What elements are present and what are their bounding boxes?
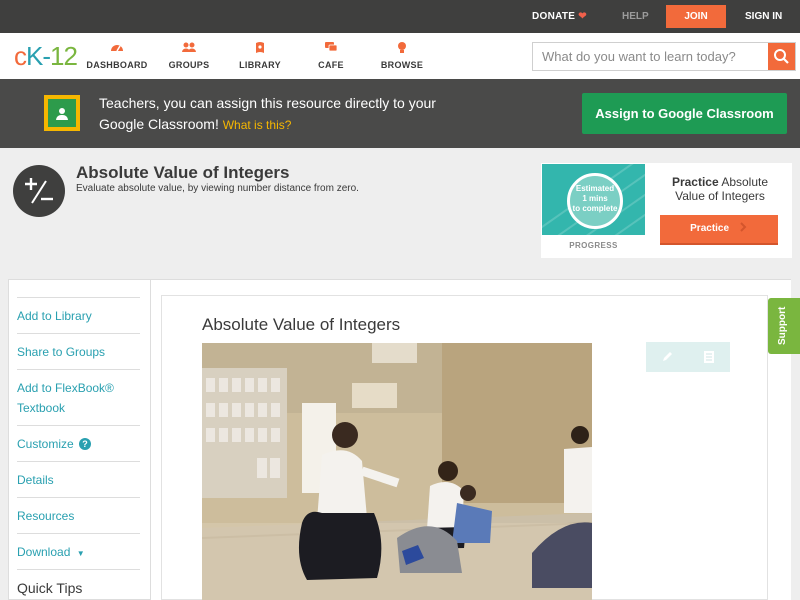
notes-icon: [704, 351, 714, 363]
progress-label: PROGRESS: [569, 241, 618, 250]
search-button[interactable]: [768, 43, 795, 70]
nav-browse[interactable]: BROWSE: [367, 41, 437, 70]
concept-photo: [202, 343, 592, 600]
logo-c: c: [14, 41, 27, 71]
search-input[interactable]: [533, 43, 769, 70]
dashboard-icon: [82, 41, 152, 57]
chevron-right-icon: [740, 222, 747, 232]
download-label: Download: [17, 545, 71, 559]
nav-cafe-label: CAFE: [318, 60, 344, 70]
cafe-icon: [296, 41, 366, 57]
join-button[interactable]: JOIN: [666, 5, 726, 28]
nav-groups[interactable]: GROUPS: [154, 41, 224, 70]
sidebar-item-add-to-library[interactable]: Add to Library: [17, 297, 140, 326]
support-label: Support: [777, 306, 788, 345]
help-link[interactable]: HELP: [622, 11, 649, 22]
nav-dashboard[interactable]: DASHBOARD: [82, 41, 152, 70]
search-icon: [774, 49, 789, 64]
caret-down-icon: ▼: [76, 549, 85, 558]
sidebar-item-download[interactable]: Download ▼: [17, 533, 140, 564]
main-nav: cK-12 DASHBOARD GROUPS LIBRARY CAFE BROW…: [0, 33, 800, 79]
sign-in-link[interactable]: SIGN IN: [745, 11, 782, 22]
sidebar-item-resources[interactable]: Resources: [17, 497, 140, 526]
google-classroom-icon: [44, 95, 80, 131]
practice-button[interactable]: Practice: [660, 215, 778, 245]
ck12-logo[interactable]: cK-12: [14, 41, 78, 72]
donate-label: DONATE: [532, 11, 576, 22]
groups-icon: [154, 41, 224, 57]
practice-card: Estimated 1 mins to complete PROGRESS Pr…: [541, 163, 792, 258]
assign-to-google-classroom-button[interactable]: Assign to Google Classroom: [582, 93, 787, 134]
logo-k: K-: [26, 41, 51, 71]
sidebar-item-details[interactable]: Details: [17, 461, 140, 490]
practice-thumbnail: Estimated 1 mins to complete: [542, 164, 645, 235]
practice-title: Practice Absolute Value of Integers: [656, 175, 784, 203]
sidebar-item-add-to-flexbook[interactable]: Add to FlexBook® Textbook: [17, 369, 140, 418]
help-icon[interactable]: ?: [79, 438, 92, 450]
support-tab[interactable]: Support: [768, 298, 800, 354]
nav-browse-label: BROWSE: [380, 60, 424, 70]
customize-label: Customize: [17, 437, 74, 451]
plus-minus-icon: [13, 165, 65, 217]
annotate-button[interactable]: [646, 342, 688, 372]
library-icon: [225, 41, 295, 57]
content-title: Absolute Value of Integers: [202, 315, 401, 334]
estimated-mins: 1 mins: [582, 194, 608, 203]
dojo-photo-illustration: [202, 343, 592, 600]
estimated-label: Estimated: [575, 184, 615, 193]
search-box: [532, 42, 796, 71]
sidebar-item-quick-tips[interactable]: Quick Tips: [17, 569, 140, 598]
page-subtitle: Evaluate absolute value, by viewing numb…: [76, 183, 359, 194]
page-title: Absolute Value of Integers: [76, 163, 290, 182]
nav-groups-label: GROUPS: [168, 60, 210, 70]
nav-cafe[interactable]: CAFE: [296, 41, 366, 70]
practice-button-label: Practice: [690, 223, 730, 234]
what-is-this-link[interactable]: What is this?: [223, 118, 292, 132]
sidebar: Add to Library Share to Groups Add to Fl…: [8, 279, 151, 600]
heart-icon: ❤: [578, 11, 587, 22]
nav-dashboard-label: DASHBOARD: [86, 60, 148, 70]
sidebar-item-share-to-groups[interactable]: Share to Groups: [17, 333, 140, 362]
donate-link[interactable]: DONATE ❤: [532, 11, 587, 22]
browse-icon: [367, 41, 437, 57]
nav-library-label: LIBRARY: [239, 60, 281, 70]
nav-library[interactable]: LIBRARY: [225, 41, 295, 70]
top-utility-bar: DONATE ❤ HELP JOIN SIGN IN: [0, 0, 800, 33]
sidebar-item-customize[interactable]: Customize ?: [17, 425, 140, 454]
logo-n: 12: [50, 41, 78, 71]
estimated-complete: to complete: [572, 204, 618, 213]
practice-title-bold: Practice: [671, 175, 719, 189]
pencil-icon: [663, 352, 672, 361]
notes-button[interactable]: [688, 342, 730, 372]
content-toolbar: [646, 342, 730, 372]
estimate-text: Estimated 1 mins to complete: [565, 184, 625, 214]
banner-text: Teachers, you can assign this resource d…: [99, 93, 459, 136]
